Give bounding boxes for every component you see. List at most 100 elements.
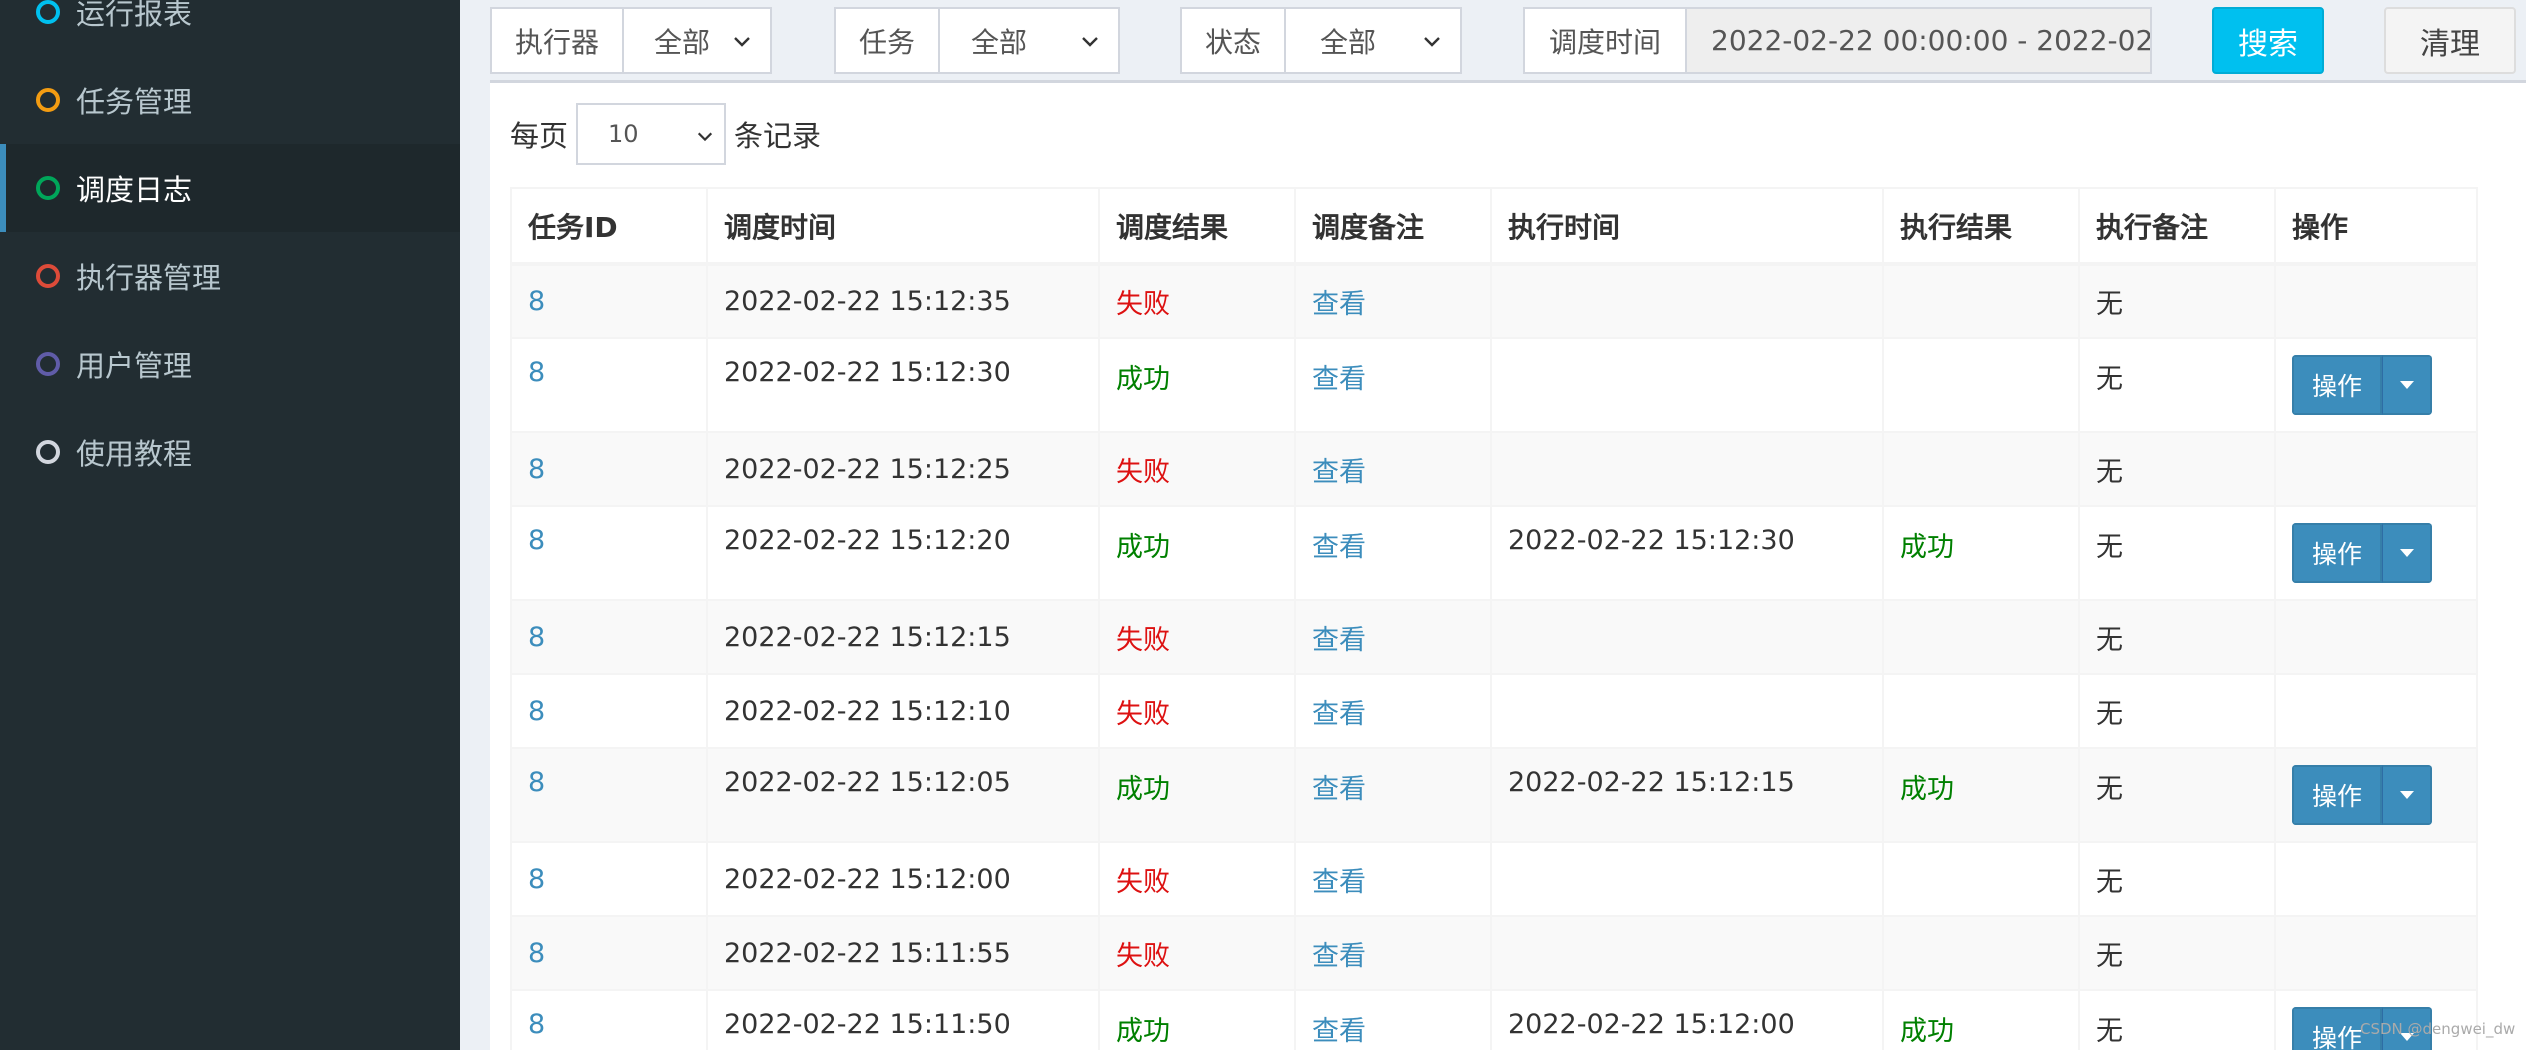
table-row: 8 2022-02-22 15:12:30 成功 查看 无 操作 [510, 337, 2478, 433]
trigger-msg-link[interactable]: 查看 [1312, 699, 1366, 730]
sidebar-item-users[interactable]: 用户管理 [0, 320, 460, 408]
chevron-down-icon [1424, 37, 1440, 47]
table-row: 8 2022-02-22 15:11:55 失败 查看 无 [510, 915, 2478, 991]
handle-msg-cell: 无 [2078, 747, 2276, 843]
operation-cell [2274, 263, 2478, 339]
trigger-msg-link[interactable]: 查看 [1312, 941, 1366, 972]
circle-icon [36, 440, 60, 464]
handle-msg-cell: 无 [2078, 505, 2276, 601]
table-row: 8 2022-02-22 15:12:05 成功 查看 2022-02-22 1… [510, 747, 2478, 843]
column-header-job-id[interactable]: 任务ID [510, 187, 708, 266]
filter-executor-label: 执行器 [490, 7, 624, 74]
filter-task: 任务 全部 [834, 7, 1120, 74]
handle-time-cell [1490, 673, 1884, 749]
job-id-link[interactable]: 8 [528, 1009, 545, 1040]
column-header-trigger-time[interactable]: 调度时间 [706, 187, 1100, 266]
sidebar-item-tasks[interactable]: 任务管理 [0, 56, 460, 144]
clear-button[interactable]: 清理 [2384, 7, 2516, 74]
operation-dropdown-toggle[interactable] [2382, 765, 2432, 825]
table-row: 8 2022-02-22 15:12:35 失败 查看 无 [510, 263, 2478, 339]
trigger-msg-link[interactable]: 查看 [1312, 867, 1366, 898]
trigger-msg-link[interactable]: 查看 [1312, 774, 1366, 805]
operation-dropdown-toggle[interactable] [2382, 355, 2432, 415]
sidebar-item-report[interactable]: 运行报表 [0, 0, 460, 56]
handle-msg-cell: 无 [2078, 431, 2276, 507]
circle-icon [36, 88, 60, 112]
column-header-trigger-msg[interactable]: 调度备注 [1294, 187, 1492, 266]
job-id-link[interactable]: 8 [528, 622, 545, 653]
trigger-msg-link[interactable]: 查看 [1312, 364, 1366, 395]
trigger-result: 失败 [1116, 456, 1170, 488]
table-row: 8 2022-02-22 15:12:00 失败 查看 无 [510, 841, 2478, 917]
handle-time-cell: 2022-02-22 15:12:15 [1490, 747, 1884, 843]
handle-msg-cell: 无 [2078, 263, 2276, 339]
handle-time-cell [1490, 431, 1884, 507]
circle-icon [36, 352, 60, 376]
handle-time-cell [1490, 337, 1884, 433]
job-id-link[interactable]: 8 [528, 286, 545, 317]
operation-cell: 操作 [2274, 505, 2478, 601]
status-select-value: 全部 [1319, 25, 1376, 59]
job-id-link[interactable]: 8 [528, 767, 545, 798]
trigger-time-cell: 2022-02-22 15:12:10 [706, 673, 1100, 749]
executor-select[interactable]: 全部 [624, 7, 772, 74]
page-length-select[interactable]: 10 [576, 103, 727, 165]
executor-select-value: 全部 [653, 25, 710, 59]
chevron-down-icon [1082, 37, 1098, 47]
trigger-result: 成功 [1116, 364, 1170, 395]
column-header-handle-result[interactable]: 执行结果 [1882, 187, 2080, 266]
sidebar-item-label: 执行器管理 [76, 261, 222, 295]
operation-button-group: 操作 [2292, 355, 2432, 415]
sidebar-item-label: 运行报表 [76, 0, 193, 31]
handle-msg-cell: 无 [2078, 841, 2276, 917]
operation-button[interactable]: 操作 [2292, 765, 2382, 825]
job-id-link[interactable]: 8 [528, 525, 545, 556]
task-select-value: 全部 [970, 25, 1027, 59]
time-range-input[interactable]: 2022-02-22 00:00:00 - 2022-02-22 [1687, 7, 2152, 74]
filter-status-label: 状态 [1180, 7, 1286, 74]
operation-dropdown-toggle[interactable] [2382, 523, 2432, 583]
handle-time-cell [1490, 841, 1884, 917]
column-header-handle-time[interactable]: 执行时间 [1490, 187, 1884, 266]
watermark: CSDN @dengwei_dw [2360, 1020, 2516, 1038]
job-id-link[interactable]: 8 [528, 357, 545, 388]
operation-button[interactable]: 操作 [2292, 355, 2382, 415]
trigger-msg-link[interactable]: 查看 [1312, 625, 1366, 656]
job-id-link[interactable]: 8 [528, 864, 545, 895]
operation-button[interactable]: 操作 [2292, 523, 2382, 583]
trigger-result: 失败 [1116, 624, 1170, 656]
search-button[interactable]: 搜索 [2212, 7, 2324, 74]
log-table-box: 每页 10 条记录 任务ID 调度时间 调度结果 调度备注 执行时间 执行结果 … [490, 80, 2526, 1050]
trigger-time-cell: 2022-02-22 15:12:35 [706, 263, 1100, 339]
table-row: 8 2022-02-22 15:12:15 失败 查看 无 [510, 599, 2478, 675]
trigger-time-cell: 2022-02-22 15:12:15 [706, 599, 1100, 675]
trigger-msg-link[interactable]: 查看 [1312, 1016, 1366, 1047]
column-header-handle-msg[interactable]: 执行备注 [2078, 187, 2276, 266]
circle-icon [36, 264, 60, 288]
task-select[interactable]: 全部 [940, 7, 1120, 74]
job-id-link[interactable]: 8 [528, 938, 545, 969]
trigger-time-cell: 2022-02-22 15:12:00 [706, 841, 1100, 917]
filter-status: 状态 全部 [1180, 7, 1462, 74]
job-id-link[interactable]: 8 [528, 454, 545, 485]
handle-time-cell [1490, 263, 1884, 339]
sidebar-item-help[interactable]: 使用教程 [0, 408, 460, 496]
trigger-msg-link[interactable]: 查看 [1312, 532, 1366, 563]
table-row: 8 2022-02-22 15:12:20 成功 查看 2022-02-22 1… [510, 505, 2478, 601]
operation-cell: 操作 [2274, 337, 2478, 433]
handle-msg-cell: 无 [2078, 989, 2276, 1050]
job-id-link[interactable]: 8 [528, 696, 545, 727]
handle-time-cell [1490, 915, 1884, 991]
sidebar-item-label: 调度日志 [76, 173, 193, 207]
log-table: 任务ID 调度时间 调度结果 调度备注 执行时间 执行结果 执行备注 操作 8 … [510, 187, 2478, 1050]
column-header-trigger-result[interactable]: 调度结果 [1098, 187, 1296, 266]
handle-msg-cell: 无 [2078, 599, 2276, 675]
sidebar-item-logs[interactable]: 调度日志 [0, 144, 460, 232]
trigger-result: 失败 [1116, 866, 1170, 898]
trigger-msg-link[interactable]: 查看 [1312, 289, 1366, 320]
handle-result: 成功 [1900, 1016, 1954, 1047]
trigger-msg-link[interactable]: 查看 [1312, 457, 1366, 488]
table-row: 8 2022-02-22 15:12:25 失败 查看 无 [510, 431, 2478, 507]
sidebar-item-executors[interactable]: 执行器管理 [0, 232, 460, 320]
status-select[interactable]: 全部 [1286, 7, 1462, 74]
